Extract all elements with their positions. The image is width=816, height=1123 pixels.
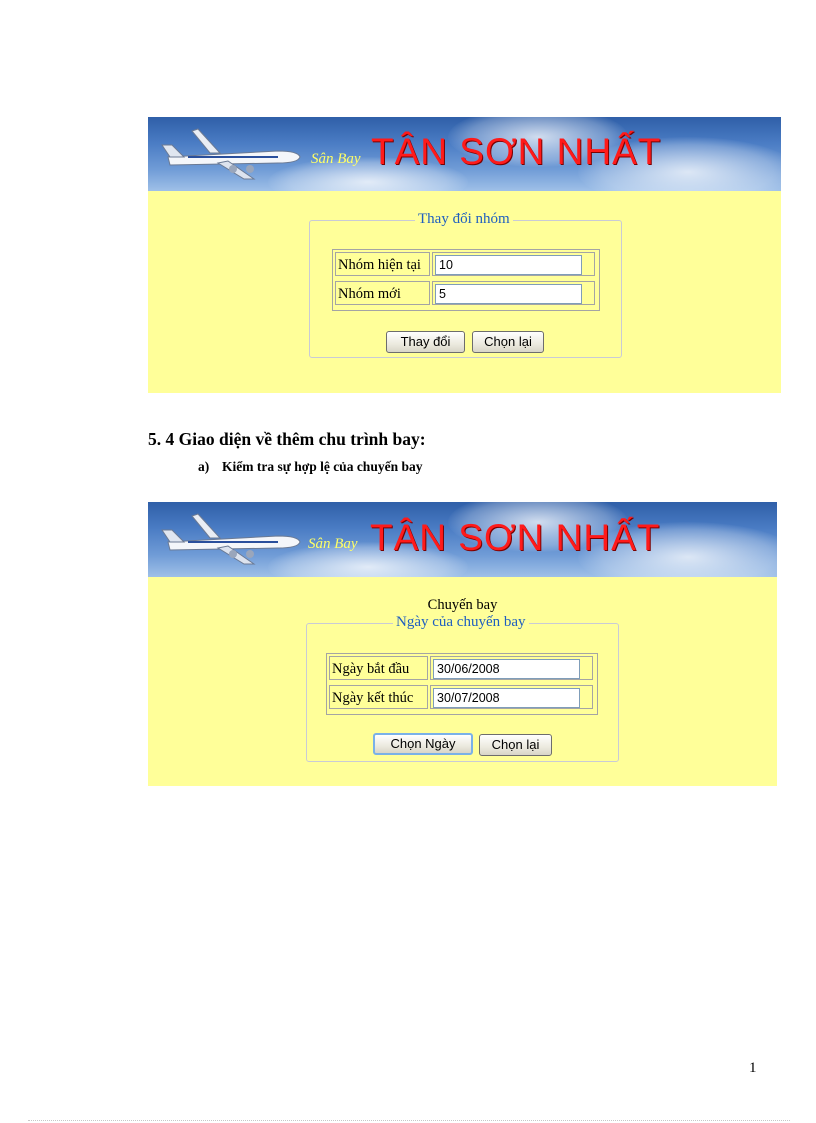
new-group-input[interactable]: 5 [435,284,582,304]
reset-button[interactable]: Chọn lại [479,734,552,756]
page-number: 1 [749,1060,757,1076]
current-group-input[interactable]: 10 [435,255,582,275]
new-group-row: Nhóm mới 5 [333,279,599,308]
banner-subtitle: Sân Bay [308,536,358,552]
current-group-label: Nhóm hiện tại [335,252,430,276]
airport-banner: Sân Bay TÂN SƠN NHẤT [148,117,781,191]
change-button[interactable]: Thay đổi [386,331,465,353]
change-group-screenshot: Sân Bay TÂN SƠN NHẤT Thay đổi nhóm Nhóm … [148,117,781,393]
banner-subtitle: Sân Bay [311,151,361,167]
change-group-fieldset: Thay đổi nhóm Nhóm hiện tại 10 Nhóm mới … [309,211,622,358]
new-group-label: Nhóm mới [335,281,430,305]
airplane-icon [161,513,301,565]
airplane-icon [161,128,301,180]
sub-item-text: Kiểm tra sự hợp lệ của chuyến bay [222,459,423,474]
flight-date-form-table: Ngày bắt đầu 30/06/2008 Ngày kết thúc 30… [326,653,598,715]
reset-button[interactable]: Chọn lại [472,331,544,353]
start-date-input[interactable]: 30/06/2008 [433,659,580,679]
start-date-label: Ngày bắt đầu [329,656,428,680]
choose-date-button[interactable]: Chọn Ngày [373,733,473,755]
section-heading: 5. 4 Giao diện về thêm chu trình bay: [148,429,426,449]
sub-item: a) Kiểm tra sự hợp lệ của chuyến bay [198,459,422,475]
airport-banner: Sân Bay TÂN SƠN NHẤT [148,502,777,577]
flight-caption: Chuyến bay [427,597,498,613]
sub-item-marker: a) [198,459,210,474]
banner-title: TÂN SƠN NHẤT [371,131,662,172]
start-date-row: Ngày bắt đầu 30/06/2008 [327,654,597,683]
end-date-row: Ngày kết thúc 30/07/2008 [327,683,597,712]
end-date-input[interactable]: 30/07/2008 [433,688,580,708]
end-date-label: Ngày kết thúc [329,685,428,709]
current-group-row: Nhóm hiện tại 10 [333,250,599,279]
flight-date-legend: Ngày của chuyến bay [393,614,529,631]
page-bottom-divider [28,1120,790,1121]
banner-title: TÂN SƠN NHẤT [370,517,661,558]
change-group-legend: Thay đổi nhóm [415,211,513,228]
change-group-form-table: Nhóm hiện tại 10 Nhóm mới 5 [332,249,600,311]
flight-date-fieldset: Ngày của chuyến bay Ngày bắt đầu 30/06/2… [306,614,619,762]
flight-date-screenshot: Sân Bay TÂN SƠN NHẤT Chuyến bay Ngày của… [148,502,777,786]
